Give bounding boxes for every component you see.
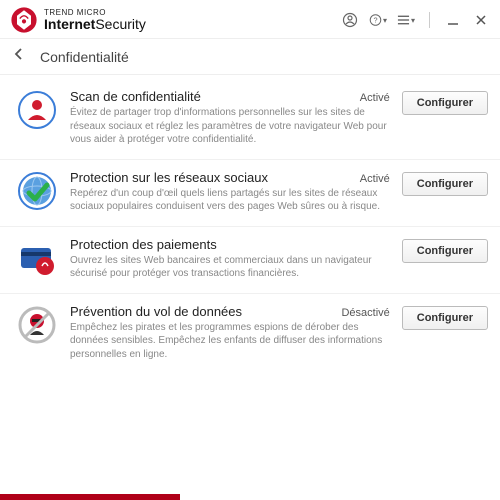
configure-button[interactable]: Configurer [402,91,488,115]
brand-main: InternetSecurity [44,17,146,31]
minimize-button[interactable] [444,11,462,29]
titlebar: TREND MICRO InternetSecurity ?▾ ▾ [0,0,500,39]
row-data-theft-prevention: Prévention du vol de données Désactivé E… [0,294,500,374]
back-button[interactable] [12,47,26,66]
row-body: Prévention du vol de données Désactivé E… [70,304,390,362]
subheader: Confidentialité [0,39,500,75]
row-payment-protection: Protection des paiements Ouvrez les site… [0,227,500,294]
row-desc: Repérez d'un coup d'œil quels liens part… [70,187,390,214]
page-title: Confidentialité [40,49,129,65]
footer-accent [0,494,500,500]
row-status: Activé [360,92,390,104]
row-title: Scan de confidentialité [70,89,352,104]
close-button[interactable] [472,11,490,29]
help-icon[interactable]: ?▾ [369,11,387,29]
brand-text: TREND MICRO InternetSecurity [44,9,146,31]
row-status: Désactivé [341,307,389,319]
svg-text:?: ? [373,15,377,24]
titlebar-separator [429,12,430,28]
titlebar-actions: ?▾ ▾ [341,11,490,29]
row-title: Protection sur les réseaux sociaux [70,170,352,185]
row-title: Protection des paiements [70,237,382,252]
configure-button[interactable]: Configurer [402,239,488,263]
social-protection-icon [16,170,58,212]
row-title: Prévention du vol de données [70,304,333,319]
privacy-scan-icon [16,89,58,131]
menu-icon[interactable]: ▾ [397,11,415,29]
row-social-protection: Protection sur les réseaux sociaux Activ… [0,160,500,227]
row-body: Protection sur les réseaux sociaux Activ… [70,170,390,214]
brand-logo [10,6,38,34]
configure-button[interactable]: Configurer [402,172,488,196]
payment-protection-icon [16,237,58,279]
row-desc: Ouvrez les sites Web bancaires et commer… [70,254,390,281]
data-theft-prevention-icon [16,304,58,346]
row-status: Activé [360,173,390,185]
user-icon[interactable] [341,11,359,29]
row-desc: Évitez de partager trop d'informations p… [70,106,390,147]
row-privacy-scan: Scan de confidentialité Activé Évitez de… [0,79,500,160]
settings-list: Scan de confidentialité Activé Évitez de… [0,75,500,373]
row-body: Scan de confidentialité Activé Évitez de… [70,89,390,147]
row-body: Protection des paiements Ouvrez les site… [70,237,390,281]
configure-button[interactable]: Configurer [402,306,488,330]
row-desc: Empêchez les pirates et les programmes e… [70,321,390,362]
